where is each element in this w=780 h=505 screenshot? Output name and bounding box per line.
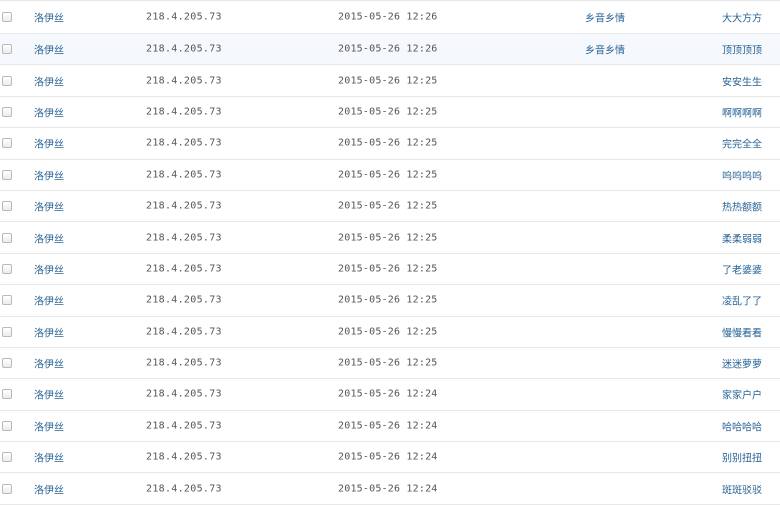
user-link[interactable]: 洛伊丝 xyxy=(34,167,64,182)
row-checkbox[interactable] xyxy=(2,389,12,400)
content-link[interactable]: 热热额额 xyxy=(722,199,762,214)
content-link[interactable]: 安安生生 xyxy=(722,73,762,88)
content-link[interactable]: 慢慢看看 xyxy=(722,324,762,339)
ip-address: 218.4.205.73 xyxy=(146,43,222,55)
row-checkbox[interactable] xyxy=(2,232,12,243)
content-link[interactable]: 斑斑驳驳 xyxy=(722,481,762,496)
content-link[interactable]: 别别扭扭 xyxy=(722,450,762,465)
user-link[interactable]: 洛伊丝 xyxy=(34,136,64,151)
content-link[interactable]: 柔柔弱弱 xyxy=(722,230,762,245)
row-checkbox[interactable] xyxy=(2,12,12,22)
ip-address: 218.4.205.73 xyxy=(146,106,222,118)
ip-address: 218.4.205.73 xyxy=(146,326,222,338)
table-row: 洛伊丝 218.4.205.73 2015-05-26 12:26 乡音乡情 大大方方 xyxy=(0,0,780,34)
timestamp: 2015-05-26 12:24 xyxy=(338,388,438,400)
timestamp: 2015-05-26 12:24 xyxy=(338,483,438,495)
table-row: 洛伊丝 218.4.205.73 2015-05-26 12:25 慢慢看看 xyxy=(0,316,780,348)
row-checkbox[interactable] xyxy=(2,106,12,117)
row-checkbox[interactable] xyxy=(2,358,12,369)
user-link[interactable]: 洛伊丝 xyxy=(34,42,64,57)
table-row: 洛伊丝 218.4.205.73 2015-05-26 12:24 别别扭扭 xyxy=(0,442,780,474)
user-link[interactable]: 洛伊丝 xyxy=(34,356,64,371)
row-checkbox[interactable] xyxy=(2,138,12,149)
table-row: 洛伊丝 218.4.205.73 2015-05-26 12:24 斑斑驳驳 xyxy=(0,473,780,505)
row-checkbox[interactable] xyxy=(2,44,12,55)
content-link[interactable]: 迷迷萝萝 xyxy=(722,356,762,371)
content-link[interactable]: 凌乱了了 xyxy=(722,293,762,308)
table-row: 洛伊丝 218.4.205.73 2015-05-26 12:24 哈哈哈哈 xyxy=(0,410,780,443)
ip-address: 218.4.205.73 xyxy=(146,169,222,181)
table-row: 洛伊丝 218.4.205.73 2015-05-26 12:25 了老婆婆 xyxy=(0,253,780,286)
content-link[interactable]: 顶顶顶顶 xyxy=(722,42,762,57)
location-link[interactable]: 乡音乡情 xyxy=(585,10,625,25)
ip-address: 218.4.205.73 xyxy=(146,200,222,212)
timestamp: 2015-05-26 12:25 xyxy=(338,294,438,306)
content-link[interactable]: 了老婆婆 xyxy=(722,261,762,276)
timestamp: 2015-05-26 12:26 xyxy=(338,11,438,23)
content-link[interactable]: 完完全全 xyxy=(722,136,762,151)
ip-address: 218.4.205.73 xyxy=(146,75,222,87)
content-link[interactable]: 大大方方 xyxy=(722,10,762,25)
content-link[interactable]: 哈哈哈哈 xyxy=(722,418,762,433)
ip-address: 218.4.205.73 xyxy=(146,357,222,369)
user-link[interactable]: 洛伊丝 xyxy=(34,199,64,214)
table-row: 洛伊丝 218.4.205.73 2015-05-26 12:25 安安生生 xyxy=(0,65,780,97)
user-link[interactable]: 洛伊丝 xyxy=(34,387,64,402)
row-checkbox[interactable] xyxy=(2,483,12,494)
table-row: 洛伊丝 218.4.205.73 2015-05-26 12:25 呜呜呜呜 xyxy=(0,159,780,191)
user-link[interactable]: 洛伊丝 xyxy=(34,104,64,119)
timestamp: 2015-05-26 12:25 xyxy=(338,75,438,87)
table-row: 洛伊丝 218.4.205.73 2015-05-26 12:25 完完全全 xyxy=(0,128,780,160)
ip-address: 218.4.205.73 xyxy=(146,483,222,495)
user-link[interactable]: 洛伊丝 xyxy=(34,450,64,465)
content-link[interactable]: 家家户户 xyxy=(722,387,762,402)
timestamp: 2015-05-26 12:25 xyxy=(338,263,438,275)
ip-address: 218.4.205.73 xyxy=(146,263,222,275)
table-row: 洛伊丝 218.4.205.73 2015-05-26 12:26 乡音乡情 顶顶顶顶 xyxy=(0,34,780,66)
ip-address: 218.4.205.73 xyxy=(146,137,222,149)
ip-address: 218.4.205.73 xyxy=(146,11,222,23)
table-row: 洛伊丝 218.4.205.73 2015-05-26 12:25 迷迷萝萝 xyxy=(0,347,780,380)
ip-address: 218.4.205.73 xyxy=(146,294,222,306)
user-link[interactable]: 洛伊丝 xyxy=(34,10,64,25)
timestamp: 2015-05-26 12:25 xyxy=(338,326,438,338)
user-link[interactable]: 洛伊丝 xyxy=(34,481,64,496)
row-checkbox[interactable] xyxy=(2,201,12,212)
timestamp: 2015-05-26 12:24 xyxy=(338,420,438,432)
user-link[interactable]: 洛伊丝 xyxy=(34,324,64,339)
ip-address: 218.4.205.73 xyxy=(146,451,222,463)
user-link[interactable]: 洛伊丝 xyxy=(34,418,64,433)
table-row: 洛伊丝 218.4.205.73 2015-05-26 12:24 家家户户 xyxy=(0,379,780,411)
table-row: 洛伊丝 218.4.205.73 2015-05-26 12:25 柔柔弱弱 xyxy=(0,222,780,254)
row-checkbox[interactable] xyxy=(2,263,12,274)
timestamp: 2015-05-26 12:25 xyxy=(338,357,438,369)
ip-address: 218.4.205.73 xyxy=(146,388,222,400)
row-checkbox[interactable] xyxy=(2,75,12,86)
user-link[interactable]: 洛伊丝 xyxy=(34,293,64,308)
row-checkbox[interactable] xyxy=(2,452,12,463)
comment-table: 洛伊丝 218.4.205.73 2015-05-26 12:26 乡音乡情 大大方方洛… xyxy=(0,0,780,505)
user-link[interactable]: 洛伊丝 xyxy=(34,261,64,276)
row-checkbox[interactable] xyxy=(2,420,12,431)
row-checkbox[interactable] xyxy=(2,295,12,306)
user-link[interactable]: 洛伊丝 xyxy=(34,230,64,245)
row-checkbox[interactable] xyxy=(2,169,12,180)
table-row: 洛伊丝 218.4.205.73 2015-05-26 12:25 热热额额 xyxy=(0,190,780,223)
table-row: 洛伊丝 218.4.205.73 2015-05-26 12:25 凌乱了了 xyxy=(0,285,780,317)
location-link[interactable]: 乡音乡情 xyxy=(585,42,625,57)
timestamp: 2015-05-26 12:25 xyxy=(338,137,438,149)
timestamp: 2015-05-26 12:25 xyxy=(338,232,438,244)
content-link[interactable]: 呜呜呜呜 xyxy=(722,167,762,182)
timestamp: 2015-05-26 12:25 xyxy=(338,169,438,181)
content-link[interactable]: 啊啊啊啊 xyxy=(722,104,762,119)
row-checkbox[interactable] xyxy=(2,326,12,337)
timestamp: 2015-05-26 12:25 xyxy=(338,200,438,212)
timestamp: 2015-05-26 12:24 xyxy=(338,451,438,463)
timestamp: 2015-05-26 12:26 xyxy=(338,43,438,55)
timestamp: 2015-05-26 12:25 xyxy=(338,106,438,118)
ip-address: 218.4.205.73 xyxy=(146,232,222,244)
user-link[interactable]: 洛伊丝 xyxy=(34,73,64,88)
ip-address: 218.4.205.73 xyxy=(146,420,222,432)
table-row: 洛伊丝 218.4.205.73 2015-05-26 12:25 啊啊啊啊 xyxy=(0,96,780,129)
